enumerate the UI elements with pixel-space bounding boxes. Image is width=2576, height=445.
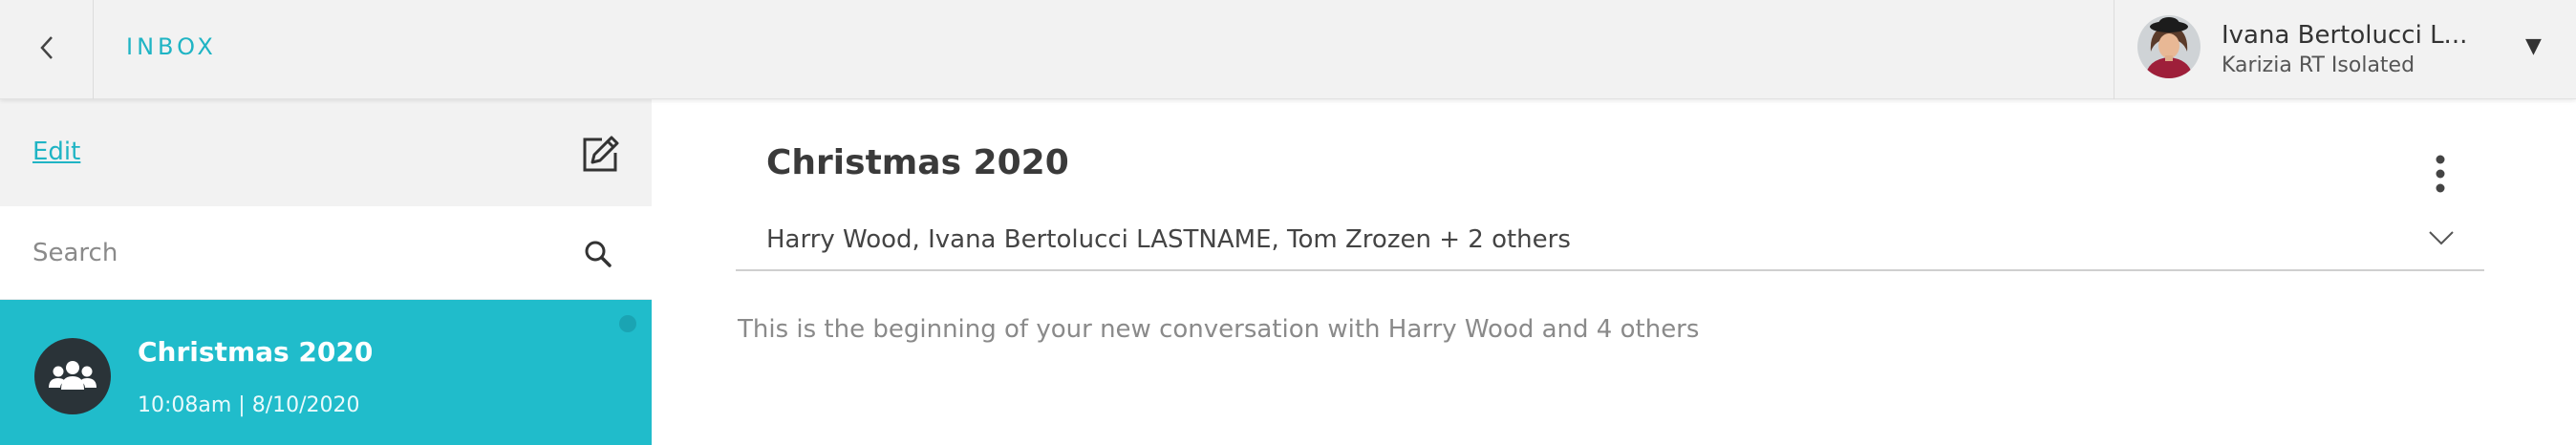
- conversation-heading: Christmas 2020: [766, 143, 1069, 182]
- compose-icon[interactable]: [579, 134, 621, 176]
- chevron-left-icon: [37, 33, 56, 66]
- edit-link[interactable]: Edit: [32, 138, 80, 166]
- user-menu[interactable]: Ivana Bertolucci L... Karizia RT Isolate…: [2114, 0, 2576, 99]
- conversation-sidebar: Edit C: [0, 99, 652, 445]
- status-dot: [619, 315, 636, 332]
- kebab-menu-icon[interactable]: [2429, 153, 2452, 195]
- user-name: Ivana Bertolucci L...: [2222, 21, 2468, 50]
- back-button[interactable]: [0, 0, 94, 99]
- conversation-start-note: This is the beginning of your new conver…: [738, 315, 1700, 344]
- caret-down-icon[interactable]: ▼: [2525, 34, 2542, 58]
- chevron-down-icon: [2427, 227, 2456, 248]
- search-icon[interactable]: [583, 239, 613, 269]
- top-header: INBOX Ivana Bertolucci L... Karizia RT I…: [0, 0, 2576, 99]
- participants-dropdown[interactable]: Harry Wood, Ivana Bertolucci LASTNAME, T…: [736, 210, 2484, 271]
- list-item[interactable]: Christmas 2020 10:08am | 8/10/2020: [0, 300, 652, 445]
- conversation-pane: Christmas 2020 Harry Wood, Ivana Bertolu…: [652, 99, 2576, 445]
- conversation-timestamp: 10:08am | 8/10/2020: [138, 393, 360, 417]
- conversation-title: Christmas 2020: [138, 336, 374, 368]
- search-bar: [0, 206, 652, 300]
- sidebar-toolbar: Edit: [0, 99, 652, 206]
- avatar: [2137, 15, 2200, 78]
- page-title: INBOX: [126, 33, 217, 60]
- group-icon: [34, 338, 111, 414]
- search-input[interactable]: [31, 231, 547, 275]
- participants-list: Harry Wood, Ivana Bertolucci LASTNAME, T…: [766, 225, 1571, 254]
- account-name: Karizia RT Isolated: [2222, 53, 2415, 77]
